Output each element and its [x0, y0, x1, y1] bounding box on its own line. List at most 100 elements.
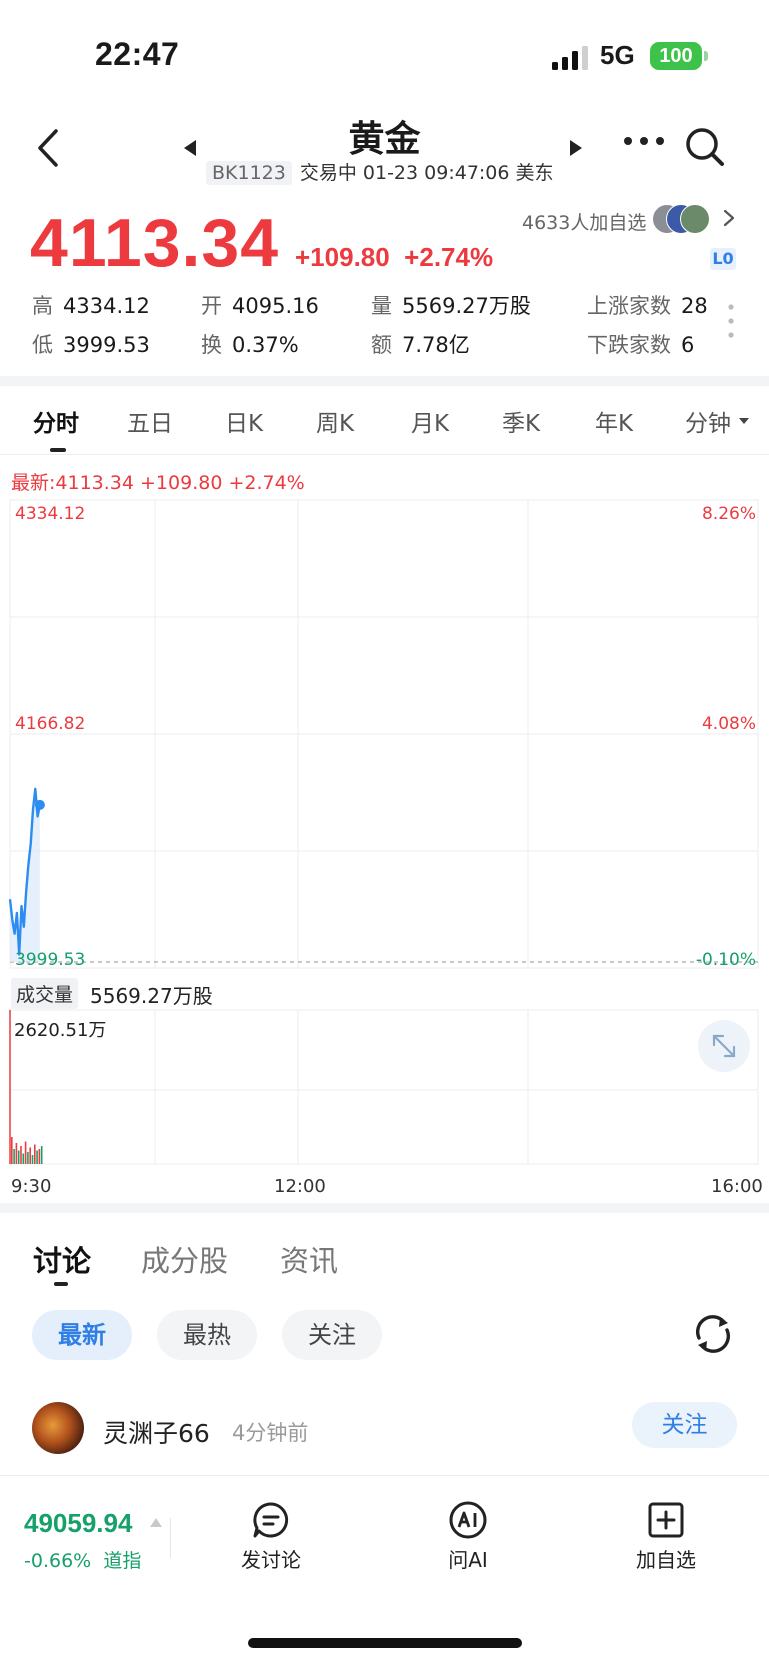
next-stock-icon[interactable]	[570, 140, 582, 156]
volume-bar	[20, 1146, 22, 1164]
volume-bar	[31, 1155, 34, 1164]
stat-down-count: 下跌家数 6	[587, 333, 695, 357]
tab-constituents[interactable]: 成分股	[141, 1238, 228, 1280]
signal-icon	[552, 46, 588, 70]
status-time: 22:47	[95, 36, 180, 72]
volume-label: 成交量	[11, 978, 79, 1009]
volume-max: 2620.51万	[14, 1020, 107, 1041]
home-indicator	[248, 1638, 522, 1648]
chevron-down-icon[interactable]	[739, 418, 749, 424]
volume-bar	[24, 1141, 27, 1164]
change-value: +109.80	[295, 242, 390, 272]
volume-bar	[13, 1149, 15, 1164]
more-icon[interactable]	[622, 134, 666, 148]
price-axis-mid: 4166.82	[15, 714, 86, 734]
fullscreen-button[interactable]	[698, 1020, 750, 1072]
volume-total: 5569.27万股	[90, 984, 213, 1008]
avatar[interactable]	[32, 1402, 84, 1454]
follower-avatar	[680, 204, 710, 234]
intraday-chart[interactable]	[0, 496, 769, 1176]
volume-bar	[11, 1137, 13, 1164]
stat-up-count: 上涨家数 28	[587, 294, 708, 318]
tab-intraday[interactable]: 分时	[33, 404, 79, 438]
tab-quarterly-k[interactable]: 季K	[502, 404, 540, 438]
tab-monthly-k[interactable]: 月K	[411, 404, 449, 438]
trading-status: 交易中 01-23 09:47:06 美东	[299, 162, 554, 184]
battery-icon: 100	[650, 42, 702, 70]
tab-discussion[interactable]: 讨论	[33, 1238, 91, 1280]
volume-bar	[27, 1152, 29, 1164]
last-price-dot	[34, 799, 45, 810]
stat-volume: 量 5569.27万股	[371, 294, 531, 318]
price-change: +109.80 +2.74%	[295, 242, 493, 273]
tab-minute[interactable]: 分钟	[685, 404, 731, 438]
index-value[interactable]: 49059.94	[24, 1508, 132, 1539]
volume-bar	[15, 1143, 18, 1164]
refresh-icon[interactable]	[691, 1312, 735, 1356]
stat-low: 低 3999.53	[32, 333, 150, 357]
active-tab-indicator	[50, 448, 66, 452]
follower-avatars[interactable]	[652, 204, 712, 234]
tab-yearly-k[interactable]: 年K	[595, 404, 633, 438]
ask-ai-button[interactable]: 问AI	[413, 1500, 523, 1573]
chevron-right-icon[interactable]	[722, 208, 736, 228]
ask-ai-label: 问AI	[448, 1548, 488, 1572]
volume-bar	[38, 1149, 41, 1164]
stat-high: 高 4334.12	[32, 294, 150, 318]
pct-axis-mid: 4.08%	[701, 714, 756, 734]
volume-bar	[17, 1150, 20, 1164]
active-tab-indicator	[54, 1282, 68, 1286]
time-axis-end: 16:00	[711, 1176, 763, 1197]
followers-count[interactable]: 4633人加自选	[522, 208, 646, 235]
filter-latest[interactable]: 最新	[32, 1310, 132, 1360]
expand-stats-icon[interactable]	[728, 304, 734, 338]
tab-news[interactable]: 资讯	[280, 1238, 338, 1280]
bottom-bar-divider	[0, 1475, 769, 1476]
tab-weekly-k[interactable]: 周K	[316, 404, 354, 438]
add-square-icon	[648, 1502, 684, 1538]
index-toggle-icon[interactable]	[150, 1518, 162, 1527]
volume-bar	[22, 1153, 25, 1164]
time-axis-start: 9:30	[11, 1176, 52, 1197]
price-axis-bottom: 3999.53	[15, 950, 86, 970]
volume-bar	[36, 1150, 38, 1164]
expand-icon	[712, 1034, 736, 1058]
index-change: -0.66% 道指	[24, 1546, 141, 1573]
change-pct: +2.74%	[404, 242, 494, 272]
stat-amount: 额 7.78亿	[371, 333, 470, 357]
tab-daily-k[interactable]: 日K	[225, 404, 263, 438]
chart-grid	[9, 499, 759, 1165]
network-label: 5G	[600, 40, 635, 70]
stat-open: 开 4095.16	[201, 294, 319, 318]
price-axis-top: 4334.12	[15, 504, 86, 524]
filter-hot[interactable]: 最热	[157, 1310, 257, 1360]
stock-subtitle: BK1123 交易中 01-23 09:47:06 美东	[206, 158, 554, 185]
post-username[interactable]: 灵渊子66	[103, 1414, 210, 1450]
volume-bar	[40, 1146, 43, 1164]
post-discussion-button[interactable]: 发讨论	[216, 1500, 326, 1573]
post-discussion-label: 发讨论	[241, 1548, 301, 1572]
section-divider	[0, 376, 769, 386]
filter-following[interactable]: 关注	[282, 1310, 382, 1360]
comment-icon	[253, 1502, 289, 1538]
pct-axis-bottom: -0.10%	[695, 950, 756, 970]
index-change-pct: -0.66%	[24, 1550, 92, 1572]
add-watchlist-label: 加自选	[636, 1548, 696, 1572]
tabs-divider	[0, 454, 769, 455]
tab-five-day[interactable]: 五日	[127, 404, 173, 438]
ai-icon	[449, 1501, 487, 1539]
time-axis-mid: 12:00	[274, 1176, 326, 1197]
price-area	[10, 788, 40, 962]
stock-code: BK1123	[206, 161, 292, 185]
index-name: 道指	[103, 1550, 142, 1572]
volume-bar	[29, 1147, 31, 1164]
latest-price-line: 最新:4113.34 +109.80 +2.74%	[11, 472, 305, 494]
volume-bar	[34, 1144, 36, 1164]
stat-turnover: 换 0.37%	[201, 333, 299, 357]
post-time: 4分钟前	[232, 1421, 309, 1445]
level-badge[interactable]: L0	[710, 248, 736, 270]
add-watchlist-button[interactable]: 加自选	[611, 1500, 721, 1573]
follow-button[interactable]: 关注	[632, 1402, 737, 1448]
search-icon[interactable]	[684, 126, 726, 168]
index-separator	[170, 1518, 171, 1558]
